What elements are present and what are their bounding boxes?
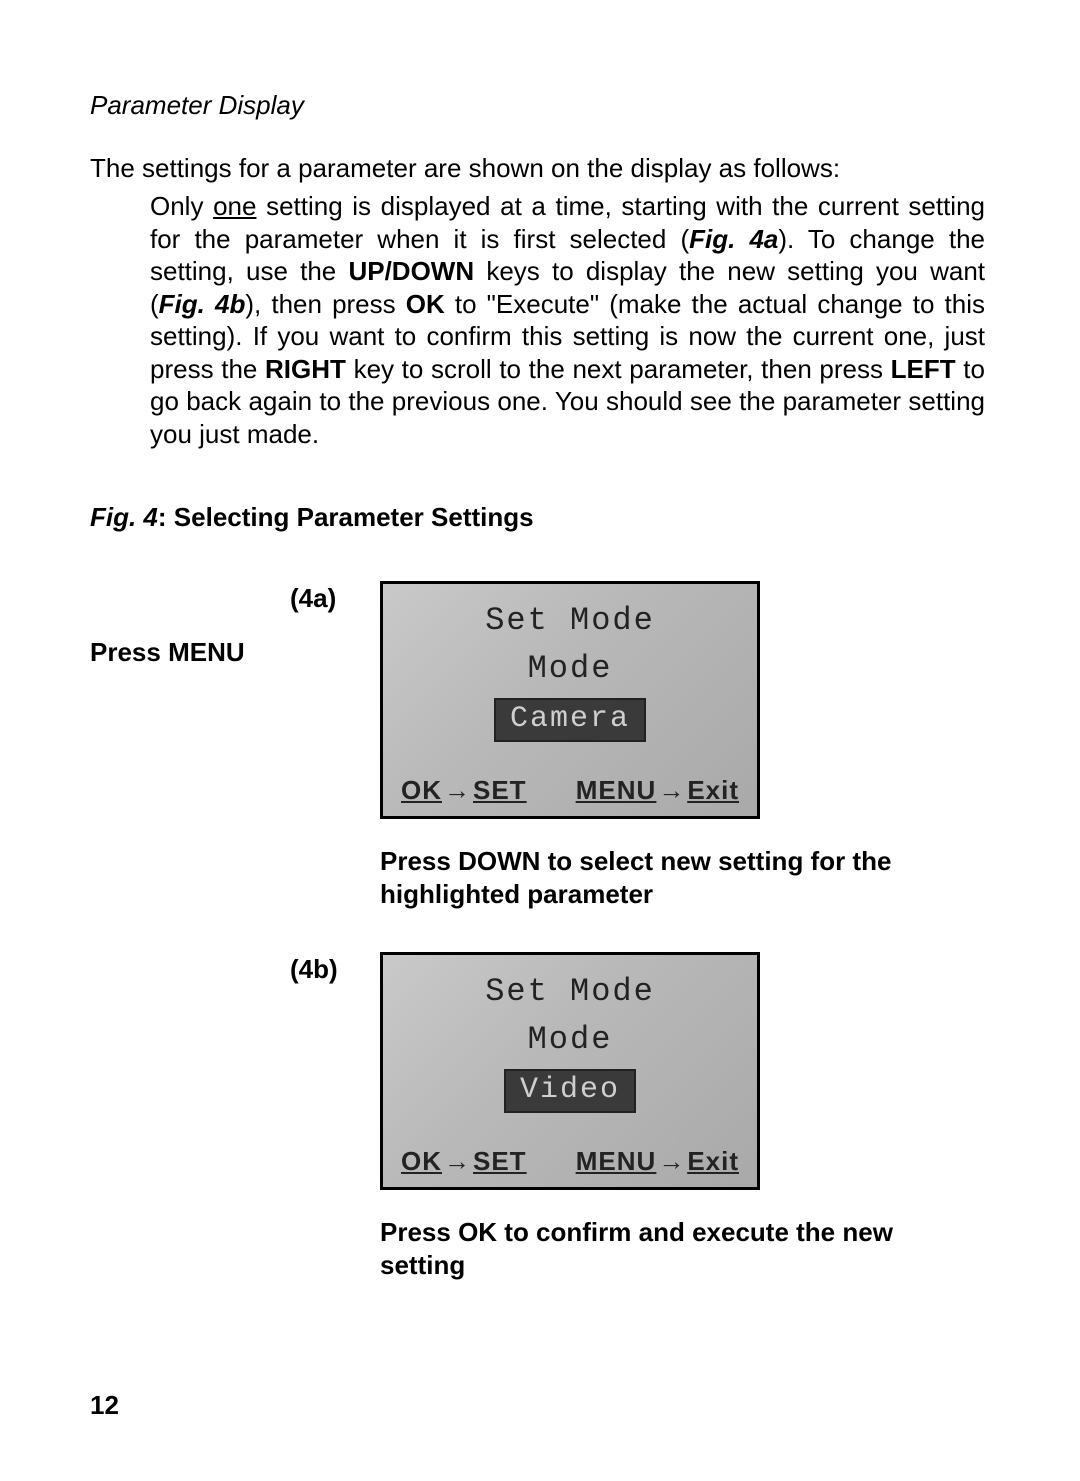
figure-4a-caption: Press DOWN to select new setting for the… (380, 845, 900, 910)
menu-label: MENU (576, 1146, 657, 1176)
section-title: Parameter Display (90, 90, 985, 121)
figure-4a-row: Press MENU (4a) Set Mode Mode Camera OK→… (90, 581, 985, 819)
set-label: SET (473, 775, 527, 805)
left-key: LEFT (891, 354, 956, 384)
text: ), then press (245, 289, 405, 319)
arrow-right-icon: → (442, 1146, 473, 1177)
arrow-right-icon: → (656, 1146, 687, 1177)
set-label: SET (473, 1146, 527, 1176)
ok-label: OK (401, 775, 442, 805)
page-number: 12 (90, 1390, 119, 1421)
ok-key: OK (406, 289, 445, 319)
lcd-footer-right: MENU→Exit (576, 1146, 739, 1177)
press-menu-label: Press MENU (90, 637, 290, 668)
lcd-param: Mode (383, 650, 757, 687)
instruction-paragraph: Only one setting is displayed at a time,… (150, 190, 985, 450)
text: Only (150, 191, 213, 221)
arrow-right-icon: → (656, 775, 687, 806)
arrow-right-icon: → (442, 775, 473, 806)
figure-4a-left: Press MENU (90, 581, 290, 668)
figure-4a-screen-col: Set Mode Mode Camera OK→SET MENU→Exit (380, 581, 760, 819)
figure-number: Fig. 4 (90, 502, 158, 532)
text: key to scroll to the next parameter, the… (346, 354, 891, 384)
exit-label: Exit (687, 1146, 739, 1176)
lcd-footer-left: OK→SET (401, 775, 527, 806)
lcd-footer: OK→SET MENU→Exit (383, 775, 757, 806)
lcd-title: Set Mode (383, 973, 757, 1010)
fig4a-ref: Fig. 4a (689, 224, 778, 254)
figure-4b-row: (4b) Set Mode Mode Video OK→SET MENU→Exi… (90, 952, 985, 1190)
menu-label: MENU (576, 775, 657, 805)
lcd-value-highlight: Camera (494, 698, 646, 742)
figure-4b-label: (4b) (290, 952, 380, 985)
figure-4b-caption: Press OK to confirm and execute the new … (380, 1216, 920, 1281)
figure-4a-label: (4a) (290, 581, 380, 614)
lcd-footer: OK→SET MENU→Exit (383, 1146, 757, 1177)
intro-line: The settings for a parameter are shown o… (90, 153, 985, 184)
lcd-title: Set Mode (383, 602, 757, 639)
lcd-param: Mode (383, 1021, 757, 1058)
lcd-screen-4a: Set Mode Mode Camera OK→SET MENU→Exit (380, 581, 760, 819)
lcd-screen-4b: Set Mode Mode Video OK→SET MENU→Exit (380, 952, 760, 1190)
lcd-footer-right: MENU→Exit (576, 775, 739, 806)
right-key: RIGHT (265, 354, 346, 384)
figure-title: : Selecting Parameter Settings (158, 502, 534, 532)
lcd-footer-left: OK→SET (401, 1146, 527, 1177)
figure-4b-screen-col: Set Mode Mode Video OK→SET MENU→Exit (380, 952, 760, 1190)
exit-label: Exit (687, 775, 739, 805)
fig4b-ref: Fig. 4b (159, 289, 246, 319)
lcd-value-row: Video (383, 1069, 757, 1113)
ok-label: OK (401, 1146, 442, 1176)
lcd-value-highlight: Video (504, 1069, 636, 1113)
underlined-one: one (213, 191, 256, 221)
lcd-value-row: Camera (383, 698, 757, 742)
updown-key: UP/DOWN (348, 256, 474, 286)
figure-caption: Fig. 4: Selecting Parameter Settings (90, 502, 985, 533)
manual-page: Parameter Display The settings for a par… (0, 0, 1080, 1481)
